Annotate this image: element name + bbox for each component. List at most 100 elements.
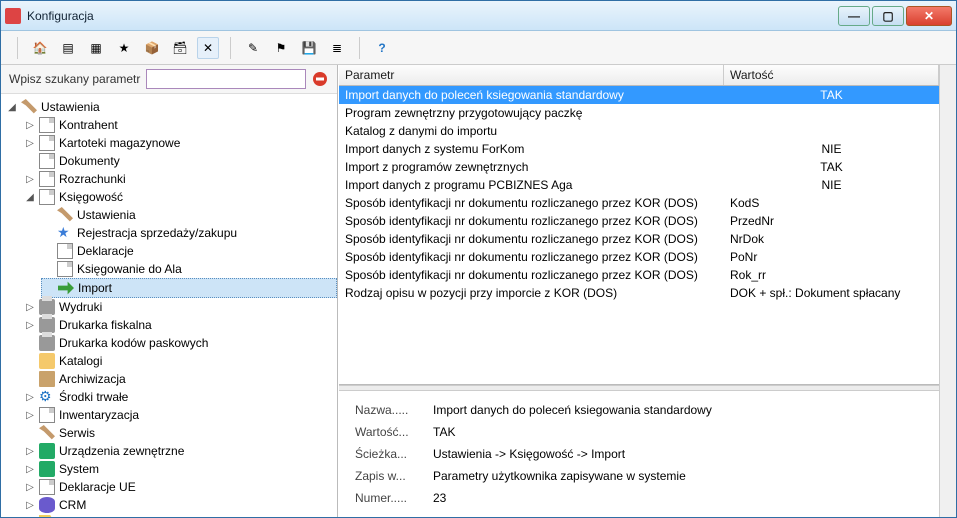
home-icon[interactable]: 🏠 (29, 37, 51, 59)
tree-node-label: Ustawienia (41, 100, 100, 114)
tree-node[interactable]: ▷ Cechy (23, 514, 337, 517)
cell-value: Rok_rr (730, 268, 933, 282)
expand-toggle-icon[interactable]: ▷ (25, 174, 35, 184)
tree-node[interactable]: ▷ CRM (23, 496, 337, 514)
tree-node-label: Cechy (59, 516, 93, 517)
tree-node-label: CRM (59, 498, 86, 512)
help-icon[interactable]: ? (371, 37, 393, 59)
expand-toggle-icon[interactable]: ▷ (25, 410, 35, 420)
table-row[interactable]: Import danych z systemu ForKom NIE (339, 140, 939, 158)
tree-node[interactable]: ▷ Urządzenia zewnętrzne (23, 442, 337, 460)
maximize-button[interactable]: ▢ (872, 6, 904, 26)
tree-node[interactable]: ▷ Deklaracje UE (23, 478, 337, 496)
table-row[interactable]: Import z programów zewnętrznych TAK (339, 158, 939, 176)
tree-node[interactable]: Deklaracje (41, 242, 337, 260)
printer-icon (39, 335, 55, 351)
tree-node-label: Środki trwałe (59, 390, 128, 404)
expand-toggle-icon[interactable]: ▷ (25, 320, 35, 330)
tree-node[interactable]: Katalogi (23, 352, 337, 370)
edit-icon[interactable]: ✎ (242, 37, 264, 59)
table-row[interactable]: Sposób identyfikacji nr dokumentu rozlic… (339, 230, 939, 248)
tree-node[interactable]: ▷ Inwentaryzacja (23, 406, 337, 424)
expand-toggle-icon[interactable]: ◢ (7, 102, 17, 112)
toolbar-separator (17, 37, 18, 59)
cell-value: DOK + spł.: Dokument spłacany (730, 286, 933, 300)
expand-toggle-icon[interactable]: ▷ (25, 392, 35, 402)
col-parametr[interactable]: Parametr (339, 65, 724, 85)
tree-node[interactable]: Dokumenty (23, 152, 337, 170)
box2-icon[interactable]: 🗃 (169, 37, 191, 59)
expand-toggle-icon[interactable]: ◢ (25, 192, 35, 202)
table-row[interactable]: Sposób identyfikacji nr dokumentu rozlic… (339, 266, 939, 284)
expand-toggle-icon[interactable]: ▷ (25, 446, 35, 456)
db-icon (39, 497, 55, 513)
table-row[interactable]: Program zewnętrzny przygotowujący paczkę (339, 104, 939, 122)
tree-node-label: Rozrachunki (59, 172, 126, 186)
app-icon (5, 8, 21, 24)
table-row[interactable]: Sposób identyfikacji nr dokumentu rozlic… (339, 212, 939, 230)
doc-icon (57, 261, 73, 277)
search-input[interactable] (146, 69, 306, 89)
tree-node[interactable]: ▷ Wydruki (23, 298, 337, 316)
expand-toggle-icon[interactable]: ▷ (25, 120, 35, 130)
flag-icon[interactable]: ⚑ (270, 37, 292, 59)
tree-node-label: Inwentaryzacja (59, 408, 139, 422)
detail-value: Import danych do poleceń ksiegowania sta… (433, 403, 923, 417)
table-row[interactable]: Sposób identyfikacji nr dokumentu rozlic… (339, 194, 939, 212)
expand-toggle-icon[interactable]: ▷ (25, 482, 35, 492)
tree-node[interactable]: ▷ Kontrahent (23, 116, 337, 134)
monitor-icon (39, 443, 55, 459)
rows-icon[interactable]: ≣ (326, 37, 348, 59)
tree-node[interactable]: ▷ Drukarka fiskalna (23, 316, 337, 334)
tree-node-label: Księgowość (59, 190, 123, 204)
doc-icon (39, 153, 55, 169)
clear-search-icon[interactable] (312, 71, 328, 87)
table-row[interactable]: Import danych do poleceń ksiegowania sta… (339, 86, 939, 104)
table-row[interactable]: Rodzaj opisu w pozycji przy imporcie z K… (339, 284, 939, 302)
tree-node[interactable]: Serwis (23, 424, 337, 442)
tree-node[interactable]: ▷ System (23, 460, 337, 478)
close-button[interactable]: ✕ (906, 6, 952, 26)
expand-toggle-icon[interactable]: ▷ (25, 138, 35, 148)
detail-value: TAK (433, 425, 923, 439)
tree-node[interactable]: Ustawienia (41, 206, 337, 224)
tree-node-label: Kontrahent (59, 118, 118, 132)
minimize-button[interactable]: — (838, 6, 870, 26)
tree-node[interactable]: ◢ Księgowość (23, 188, 337, 206)
tree-node[interactable]: ▷ Środki trwałe (23, 388, 337, 406)
expand-toggle-icon[interactable]: ▷ (25, 464, 35, 474)
tree-node[interactable]: Rejestracja sprzedaży/zakupu (41, 224, 337, 242)
box-icon[interactable]: 📦 (141, 37, 163, 59)
doc-icon (39, 189, 55, 205)
tree-node[interactable]: Drukarka kodów paskowych (23, 334, 337, 352)
tree-pane[interactable]: Wpisz szukany parametr ◢ Ustawienia ▷ Ko… (1, 65, 338, 517)
tree-node[interactable]: Archiwizacja (23, 370, 337, 388)
list1-icon[interactable]: ▤ (57, 37, 79, 59)
tools-icon[interactable]: ✕ (197, 37, 219, 59)
tree-node[interactable]: ▷ Kartoteki magazynowe (23, 134, 337, 152)
settings-tree[interactable]: ◢ Ustawienia ▷ Kontrahent ▷ Kartoteki ma… (1, 94, 337, 517)
tree-node[interactable]: Import (41, 278, 337, 298)
favorite-icon[interactable]: ★ (113, 37, 135, 59)
cell-param: Program zewnętrzny przygotowujący paczkę (345, 106, 730, 120)
tree-node[interactable]: ◢ Ustawienia (5, 98, 337, 116)
table-row[interactable]: Import danych z programu PCBIZNES Aga NI… (339, 176, 939, 194)
printer-icon (39, 317, 55, 333)
tree-node[interactable]: Księgowanie do Ala (41, 260, 337, 278)
cell-param: Import danych z programu PCBIZNES Aga (345, 178, 730, 192)
tree-node[interactable]: ▷ Rozrachunki (23, 170, 337, 188)
save-icon[interactable]: 💾 (298, 37, 320, 59)
table-row[interactable]: Sposób identyfikacji nr dokumentu rozlic… (339, 248, 939, 266)
cell-param: Sposób identyfikacji nr dokumentu rozlic… (345, 214, 730, 228)
printer-icon (39, 299, 55, 315)
expand-toggle-icon[interactable]: ▷ (25, 500, 35, 510)
doc-icon (39, 171, 55, 187)
col-wartosc[interactable]: Wartość (724, 65, 939, 85)
expand-toggle-icon[interactable]: ▷ (25, 302, 35, 312)
table-row[interactable]: Katalog z danymi do importu (339, 122, 939, 140)
tool-icon (57, 207, 73, 223)
parameter-table[interactable]: Parametr Wartość Import danych do polece… (339, 65, 939, 385)
list2-icon[interactable]: ▦ (85, 37, 107, 59)
search-label: Wpisz szukany parametr (9, 72, 140, 86)
vertical-scrollbar[interactable] (939, 65, 956, 517)
